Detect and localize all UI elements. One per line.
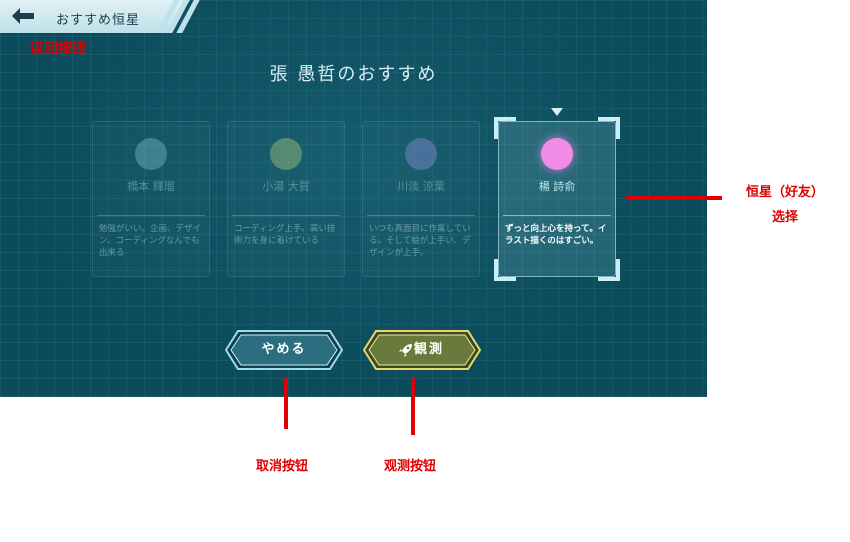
- annotation-cancel: 取消按钮: [256, 459, 309, 474]
- observe-button[interactable]: 観測: [362, 329, 482, 371]
- divider: [232, 215, 340, 216]
- star-name: 橋本 輝瑠: [127, 180, 175, 193]
- star-description: 勉強がいい。企画、デザイン、コーディングなんでも出来る: [99, 224, 202, 258]
- annotation-star-select-2: 选择: [772, 210, 799, 225]
- selection-corner: [494, 117, 516, 139]
- planet-icon: [135, 138, 167, 170]
- divider: [97, 215, 205, 216]
- star-description: ずっと向上心を持って。イラスト描くのはすごい。: [505, 224, 607, 246]
- selection-corner: [494, 259, 516, 281]
- star-name: 小湯 大賀: [262, 180, 310, 193]
- game-screen: おすすめ恒星 張 愚哲のおすすめ 橋本 輝瑠 勉強がいい。企画、デザイン、コーデ…: [0, 0, 707, 397]
- page-title: 張 愚哲のおすすめ: [269, 64, 438, 85]
- annotation-line-observe: [411, 377, 415, 435]
- star-description: コーディング上手。高い技術力を身に着けている: [234, 224, 336, 246]
- annotation-observe: 观测按钮: [384, 459, 437, 474]
- cancel-button[interactable]: やめる: [224, 329, 344, 371]
- cancel-button-label: やめる: [261, 342, 307, 357]
- header-title: おすすめ恒星: [56, 13, 141, 28]
- selection-indicator-icon: [551, 108, 563, 116]
- star-name: 川淡 涼葉: [397, 180, 445, 193]
- star-name: 楊 詩俞: [538, 180, 576, 193]
- annotation-star-select: 恒星（好友）: [746, 185, 825, 200]
- annotation-line-cancel: [284, 377, 288, 429]
- divider: [503, 215, 611, 216]
- star-card[interactable]: 川淡 涼葉 いつも真面目に作業している。そして絵が上手い、デザインが上手。: [362, 121, 480, 277]
- annotation-line-star: [625, 196, 722, 200]
- star-description: いつも真面目に作業している。そして絵が上手い、デザインが上手。: [369, 224, 471, 258]
- star-card-selected[interactable]: 楊 詩俞 ずっと向上心を持って。イラスト描くのはすごい。: [494, 117, 620, 281]
- selection-corner: [598, 117, 620, 139]
- observe-button-label: 観測: [413, 342, 444, 357]
- arrow-left-icon[interactable]: [10, 6, 36, 26]
- annotation-back: 返回按钮: [30, 41, 86, 57]
- planet-icon: [270, 138, 302, 170]
- divider: [367, 215, 475, 216]
- star-card[interactable]: 小湯 大賀 コーディング上手。高い技術力を身に着けている: [227, 121, 345, 277]
- selection-corner: [598, 259, 620, 281]
- star-card[interactable]: 橋本 輝瑠 勉強がいい。企画、デザイン、コーディングなんでも出来る: [92, 121, 210, 277]
- planet-icon: [405, 138, 437, 170]
- planet-icon: [541, 138, 573, 170]
